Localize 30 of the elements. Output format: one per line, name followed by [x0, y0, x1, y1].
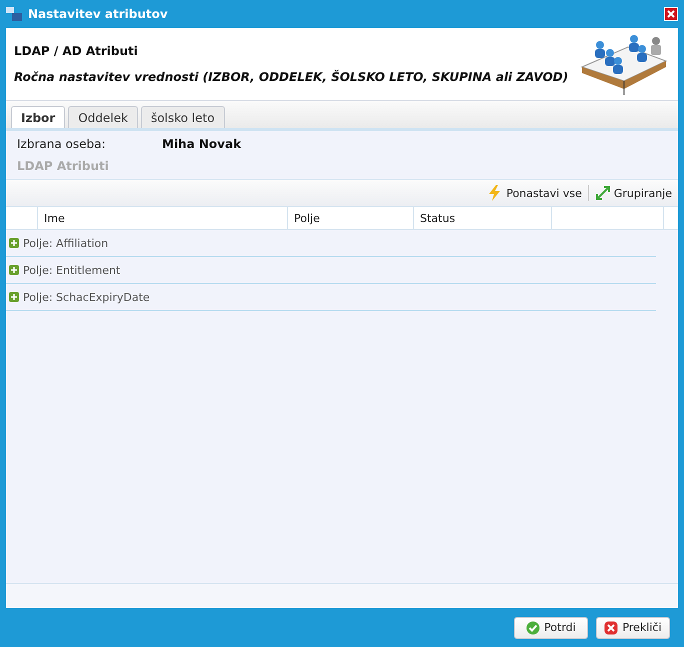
column-header[interactable]: Status: [414, 207, 552, 229]
column-header[interactable]: Ime: [38, 207, 288, 229]
section-title: LDAP Atributi: [17, 159, 110, 173]
close-icon: [604, 620, 618, 634]
toolbar-button[interactable]: Ponastavi vse: [487, 185, 582, 201]
field-label: Izbrana oseba:: [17, 137, 107, 151]
check-icon: [526, 620, 540, 634]
group-label: Polje: Entitlement: [23, 264, 120, 276]
group-row[interactable]: Polje: Entitlement: [6, 257, 656, 284]
expand-icon[interactable]: [9, 265, 19, 275]
expand-icon[interactable]: [9, 292, 19, 302]
group-label: Polje: Affiliation: [23, 236, 108, 250]
expand-icon[interactable]: [9, 238, 19, 248]
window-icon: [6, 7, 22, 21]
tab[interactable]: šolsko leto: [140, 106, 225, 128]
tab[interactable]: Oddelek: [68, 106, 138, 128]
group-row[interactable]: Polje: SchacExpiryDate: [6, 284, 656, 311]
confirm-button[interactable]: Potrdi: [514, 616, 588, 638]
toolbar-button[interactable]: Grupiranje: [594, 185, 672, 201]
tab[interactable]: Izbor: [11, 106, 66, 128]
column-header[interactable]: Polje: [288, 207, 414, 229]
field-value: Miha Novak: [162, 137, 242, 151]
expand-arrows-icon: [594, 185, 611, 201]
header-subtitle: Ročna nastavitev vrednosti (IZBOR, ODDELEK, ŠOLSKO LETO, SKUPINA ali ZAVOD): [14, 70, 570, 84]
window-title: Nastavitev atributov: [28, 7, 169, 21]
close-button[interactable]: [664, 7, 678, 21]
group-row[interactable]: Polje: Affiliation: [6, 230, 656, 257]
cancel-button[interactable]: Prekliči: [596, 616, 670, 638]
header-title: LDAP / AD Atributi: [14, 44, 139, 58]
group-label: Polje: SchacExpiryDate: [23, 290, 150, 304]
